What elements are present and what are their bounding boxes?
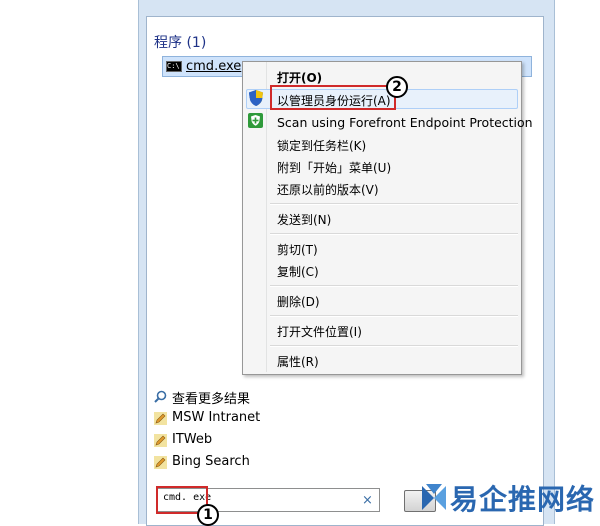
pencil-icon <box>154 434 167 447</box>
see-more-results-link[interactable]: 查看更多结果 <box>172 388 250 407</box>
menu-item-send-to[interactable]: 发送到(N) <box>277 211 331 228</box>
pencil-icon <box>154 412 167 425</box>
clear-search-icon[interactable]: × <box>362 493 373 508</box>
watermark-text: 易企推网络 <box>450 483 596 516</box>
annotation-box-run-as-admin <box>270 85 396 110</box>
menu-separator <box>270 315 518 317</box>
menu-separator <box>270 285 518 287</box>
menu-separator <box>270 203 518 205</box>
search-icon <box>154 390 167 403</box>
cmd-icon: C:\ <box>166 61 182 72</box>
menu-item-scan-forefront[interactable]: Scan using Forefront Endpoint Protection <box>277 115 533 130</box>
annotation-badge-2: 2 <box>386 76 408 98</box>
menu-item-pin-taskbar[interactable]: 锁定到任务栏(K) <box>277 137 366 154</box>
menu-item-restore-versions[interactable]: 还原以前的版本(V) <box>277 181 379 198</box>
menu-separator <box>270 345 518 347</box>
forefront-shield-icon <box>248 113 263 128</box>
menu-item-copy[interactable]: 复制(C) <box>277 263 319 280</box>
link-msw-intranet[interactable]: MSW Intranet <box>172 410 260 425</box>
pencil-icon <box>154 456 167 469</box>
menu-item-cut[interactable]: 剪切(T) <box>277 241 318 258</box>
link-bing-search[interactable]: Bing Search <box>172 454 250 469</box>
watermark-logo-icon <box>422 484 446 510</box>
uac-shield-icon <box>249 90 263 106</box>
menu-item-open[interactable]: 打开(O) <box>277 69 322 86</box>
link-itweb[interactable]: ITWeb <box>172 432 212 447</box>
programs-section-title: 程序 (1) <box>154 35 207 51</box>
menu-item-delete[interactable]: 删除(D) <box>277 293 320 310</box>
menu-item-pin-start[interactable]: 附到「开始」菜单(U) <box>277 159 391 176</box>
menu-item-properties[interactable]: 属性(R) <box>277 353 319 370</box>
menu-separator <box>270 233 518 235</box>
result-item-cmd-label[interactable]: cmd.exe <box>186 59 241 74</box>
annotation-badge-1: 1 <box>197 504 219 526</box>
menu-item-open-location[interactable]: 打开文件位置(I) <box>277 323 362 340</box>
